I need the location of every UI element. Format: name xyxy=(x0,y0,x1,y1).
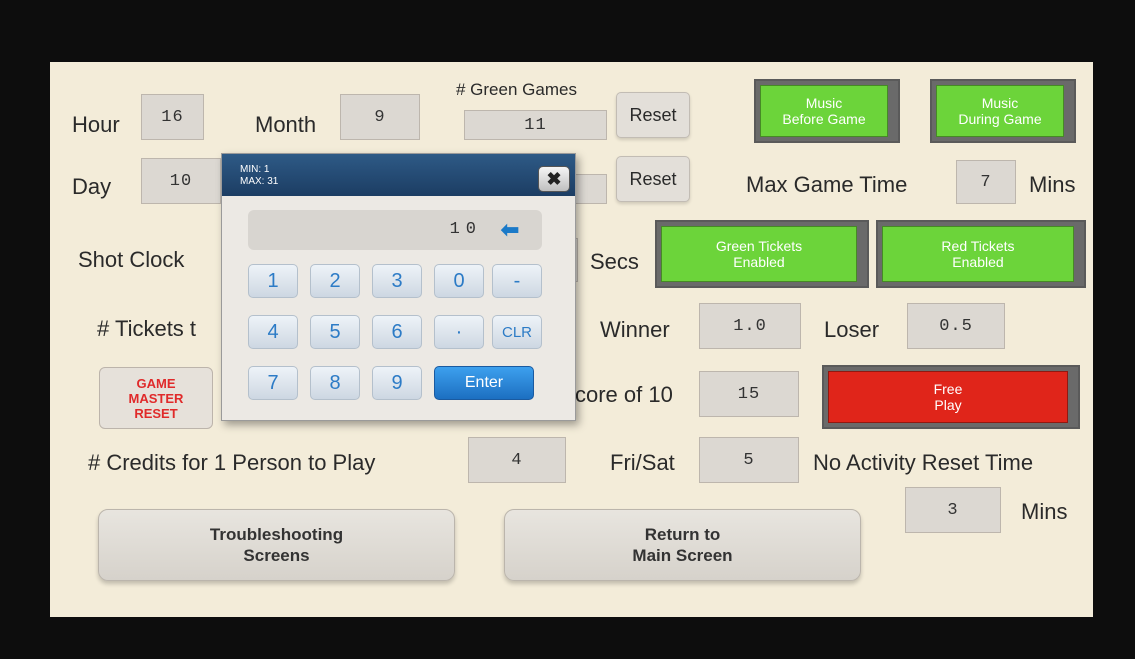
score-label: core of 10 xyxy=(575,382,673,407)
key-7[interactable]: 7 xyxy=(248,366,298,400)
music-during-line2: During Game xyxy=(958,111,1042,127)
gmr-line3: RESET xyxy=(134,405,178,421)
troubleshooting-line2: Screens xyxy=(243,546,310,565)
keypad-max-label: MAX: 31 xyxy=(240,176,279,187)
key-6[interactable]: 6 xyxy=(372,315,422,349)
key-0[interactable]: 0 xyxy=(434,264,484,298)
shot-clock-label: Shot Clock xyxy=(78,247,185,272)
enter-button[interactable]: Enter xyxy=(434,366,534,400)
return-to-main-screen-button[interactable]: Return to Main Screen xyxy=(504,509,861,581)
green-tickets-line2: Enabled xyxy=(733,254,785,270)
return-line1: Return to xyxy=(644,525,721,544)
numeric-keypad-dialog: MIN: 1 MAX: 31 ✖ 10 ⬅ 1 2 3 0 - 4 5 6 · … xyxy=(221,153,576,421)
no-activity-label: No Activity Reset Time xyxy=(813,450,1034,475)
loser-label: Loser xyxy=(824,317,880,342)
key-4[interactable]: 4 xyxy=(248,315,298,349)
gmr-line2: MASTER xyxy=(128,390,184,406)
music-before-line2: Before Game xyxy=(782,111,866,127)
key-3[interactable]: 3 xyxy=(372,264,422,298)
green-games-field[interactable]: 11 xyxy=(464,110,607,140)
keypad-value: 10 xyxy=(449,220,482,239)
key-1[interactable]: 1 xyxy=(248,264,298,298)
no-activity-unit: Mins xyxy=(1021,499,1068,524)
keypad-header: MIN: 1 MAX: 31 ✖ xyxy=(222,154,575,196)
troubleshooting-line1: Troubleshooting xyxy=(209,525,344,544)
key-9[interactable]: 9 xyxy=(372,366,422,400)
music-before-game-toggle[interactable]: Music Before Game xyxy=(754,79,900,143)
keypad-min-label: MIN: 1 xyxy=(240,164,270,175)
red-tickets-enabled-toggle[interactable]: Red Tickets Enabled xyxy=(876,220,1086,288)
no-activity-field[interactable]: 3 xyxy=(905,487,1001,533)
red-tickets-line2: Enabled xyxy=(952,254,1004,270)
shot-clock-unit: Secs xyxy=(590,249,639,274)
music-before-line1: Music xyxy=(805,95,843,111)
free-play-toggle[interactable]: Free Play xyxy=(822,365,1080,429)
keypad-display: 10 ⬅ xyxy=(248,210,542,250)
loser-field[interactable]: 0.5 xyxy=(907,303,1005,349)
green-games-label: # Green Games xyxy=(456,80,577,99)
max-game-time-unit: Mins xyxy=(1029,172,1076,197)
month-field[interactable]: 9 xyxy=(340,94,420,140)
green-tickets-line1: Green Tickets xyxy=(715,238,803,254)
tickets-label: # Tickets t xyxy=(97,316,197,341)
troubleshooting-screens-button[interactable]: Troubleshooting Screens xyxy=(98,509,455,581)
hour-label: Hour xyxy=(72,112,120,137)
music-during-game-toggle[interactable]: Music During Game xyxy=(930,79,1076,143)
music-during-line1: Music xyxy=(981,95,1019,111)
hour-field[interactable]: 16 xyxy=(141,94,204,140)
max-game-time-label: Max Game Time xyxy=(746,172,908,197)
month-label: Month xyxy=(255,112,317,137)
day-label: Day xyxy=(72,174,112,199)
credits-label: # Credits for 1 Person to Play xyxy=(88,450,376,475)
day-field[interactable]: 10 xyxy=(141,158,221,204)
red-games-reset-button[interactable]: Reset xyxy=(616,156,690,202)
score-field[interactable]: 15 xyxy=(699,371,799,417)
frisat-field[interactable]: 5 xyxy=(699,437,799,483)
key-decimal[interactable]: · xyxy=(434,315,484,349)
max-game-time-field[interactable]: 7 xyxy=(956,160,1016,204)
winner-label: Winner xyxy=(600,317,670,342)
return-line2: Main Screen xyxy=(632,546,733,565)
free-play-line1: Free xyxy=(933,381,963,397)
red-tickets-line1: Red Tickets xyxy=(941,238,1015,254)
key-5[interactable]: 5 xyxy=(310,315,360,349)
gmr-line1: GAME xyxy=(136,375,176,391)
frisat-label: Fri/Sat xyxy=(610,450,675,475)
key-clear[interactable]: CLR xyxy=(492,315,542,349)
keypad-range: MIN: 1 MAX: 31 xyxy=(240,164,278,188)
game-master-reset-button[interactable]: GAME MASTER RESET xyxy=(99,367,213,429)
close-icon[interactable]: ✖ xyxy=(538,166,570,192)
arrow-left-icon[interactable]: ⬅ xyxy=(490,217,530,243)
credits-field[interactable]: 4 xyxy=(468,437,566,483)
key-8[interactable]: 8 xyxy=(310,366,360,400)
green-games-reset-button[interactable]: Reset xyxy=(616,92,690,138)
key-minus[interactable]: - xyxy=(492,264,542,298)
green-tickets-enabled-toggle[interactable]: Green Tickets Enabled xyxy=(655,220,869,288)
free-play-line2: Play xyxy=(934,397,962,413)
winner-field[interactable]: 1.0 xyxy=(699,303,801,349)
key-2[interactable]: 2 xyxy=(310,264,360,298)
